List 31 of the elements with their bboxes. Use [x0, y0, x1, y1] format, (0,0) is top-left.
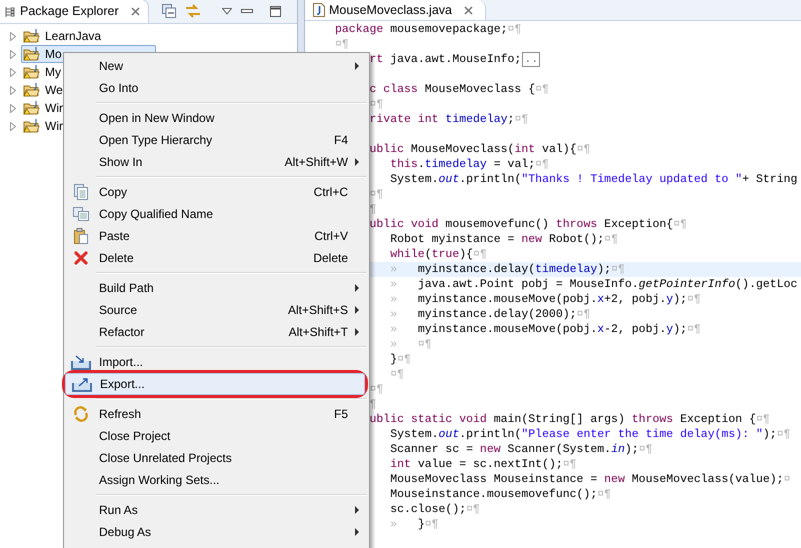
code-line: int value = sc.nextInt();¤¶: [390, 457, 577, 472]
code-line: ublic void mousemovefunc() throws Exception{¤¶: [370, 217, 687, 232]
code-line: » myinstance.mouseMove(pobj.x-2, pobj.y);¤¶: [390, 322, 701, 337]
editor-tab-title: MouseMoveclass.java: [329, 2, 452, 19]
code-line: c class MouseMoveclass {¤¶: [370, 82, 549, 97]
code-line: » ¤¶: [390, 337, 432, 352]
code-line: » myinstance.mouseMove(pobj.x+2, pobj.y);¤¶: [390, 292, 701, 307]
code-line: }¤¶: [390, 352, 411, 367]
code-line: ublic MouseMoveclass(int val){¤¶: [370, 142, 590, 157]
code-line: » myinstance.delay(timedelay);¤¶: [390, 262, 625, 277]
code-line: » java.awt.Point pobj = MouseInfo.getPointerInfo().getLoc: [390, 277, 798, 292]
code-line: System.out.println("Thanks ! Timedelay updated to "+ String: [390, 172, 798, 187]
view-title: Package Explorer: [20, 3, 119, 20]
code-line: ¤¶: [335, 37, 349, 52]
code-line: rivate int timedelay;¤¶: [370, 112, 528, 127]
code-line: while(true){¤¶: [390, 247, 487, 262]
code-line: System.out.println("Please enter the time delay(ms): ");¤¶: [390, 427, 791, 442]
code-line: ¶: [370, 202, 376, 217]
code-line: » }¤¶: [390, 517, 439, 532]
code-line: MouseMoveclass Mouseinstance = new MouseMoveclass(value);¤: [390, 472, 790, 487]
code-line: Scanner sc = new Scanner(System.in);¤¶: [390, 442, 652, 457]
code-line: sc.close();¤¶: [390, 502, 480, 517]
code-line: package mousemovepackage;¤¶: [335, 22, 522, 37]
code-line: Robot myinstance = new Robot();¤¶: [390, 232, 618, 247]
code-line: Mouseinstance.mousemovefunc();¤¶: [390, 487, 612, 502]
code-line: rt java.awt.MouseInfo; ..: [370, 52, 540, 67]
code-line: » myinstance.delay(2000);¤¶: [390, 307, 590, 322]
code-line: ¶: [370, 397, 376, 412]
code-line: this.timedelay = val;¤¶: [390, 157, 549, 172]
code-line: ublic static void main(String[] args) throws Exception {¤¶: [370, 412, 770, 427]
code-line: ¤¶: [390, 367, 404, 382]
